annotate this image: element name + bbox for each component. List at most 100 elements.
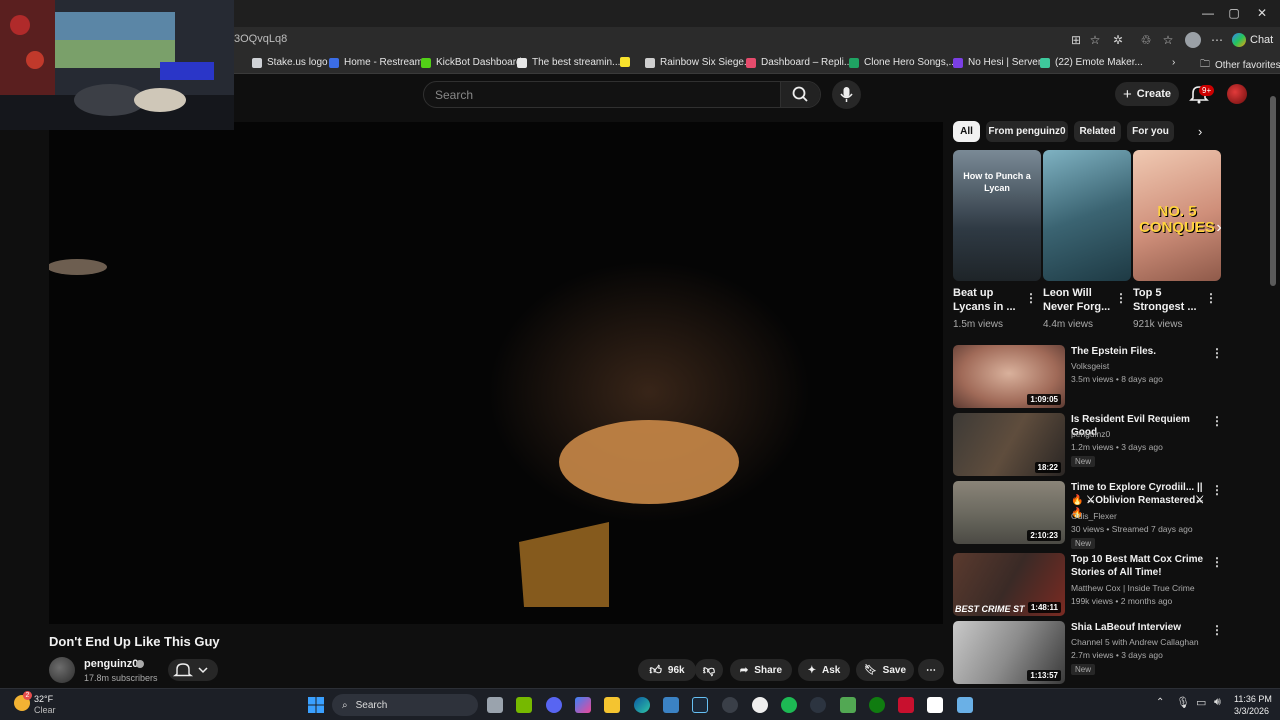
short-thumbnail[interactable] — [1043, 150, 1131, 281]
more-vert-icon[interactable]: ⋮ — [1211, 623, 1223, 637]
voice-search-button[interactable] — [832, 80, 861, 109]
favorite-link[interactable] — [620, 57, 635, 67]
minimize-icon[interactable]: — — [1198, 5, 1218, 21]
more-vert-icon[interactable]: ⋮ — [1205, 291, 1217, 305]
favorite-link[interactable]: Home - Restream — [329, 57, 423, 68]
favorite-link[interactable]: No Hesi | Servers — [953, 57, 1046, 68]
like-button[interactable]: 👍︎ 96k — [638, 659, 696, 681]
close-icon[interactable]: ✕ — [1252, 5, 1272, 21]
4k-app-icon[interactable] — [810, 697, 826, 713]
favorite-link[interactable]: The best streamin... — [517, 57, 620, 68]
shorts-next-icon[interactable]: › — [1210, 219, 1228, 239]
display-tray-icon[interactable]: ▭ — [1196, 696, 1206, 709]
rec-thumbnail[interactable]: 18:22 — [953, 413, 1065, 476]
short-thumbnail[interactable]: How to Punch a Lycan — [953, 150, 1041, 281]
short-title[interactable]: Beat up Lycans in ... — [953, 286, 1023, 314]
extensions-icon[interactable]: ✲ — [1110, 32, 1126, 48]
chip-all[interactable]: All — [953, 121, 980, 142]
video-player[interactable] — [49, 122, 943, 624]
rec-thumbnail[interactable]: 1:13:57 — [953, 621, 1065, 684]
favorite-link[interactable]: Stake.us logo — [252, 57, 328, 68]
copilot-app-icon[interactable] — [575, 697, 591, 713]
address-bar-url[interactable]: 3OQvqLq8 — [234, 33, 287, 45]
weather-temperature[interactable]: 32°F — [34, 694, 53, 704]
streaming-app-icon[interactable] — [898, 697, 914, 713]
more-actions-button[interactable]: ⋯ — [918, 659, 944, 681]
short-title[interactable]: Top 5 Strongest ... — [1133, 286, 1203, 314]
windows-start-icon[interactable] — [308, 697, 324, 713]
nvidia-icon[interactable] — [516, 697, 532, 713]
clock-date[interactable]: 3/3/2026 — [1234, 706, 1269, 716]
more-options-icon[interactable]: ⋯ — [1209, 32, 1225, 48]
edge-icon[interactable] — [634, 697, 650, 713]
taskbar-search[interactable]: ⌕ Search — [332, 694, 478, 716]
rec-channel[interactable]: Volksgeist — [1071, 361, 1109, 371]
clock-time[interactable]: 11:36 PM — [1234, 694, 1272, 704]
rec-channel[interactable]: penguinz0 — [1071, 429, 1110, 439]
subscription-bell-button[interactable] — [168, 659, 218, 681]
favorite-link[interactable]: (22) Emote Maker... — [1040, 57, 1143, 68]
dislike-button[interactable]: 👎︎ — [695, 659, 723, 681]
app-available-icon[interactable]: ⊞ — [1068, 32, 1084, 48]
scrollbar-thumb[interactable] — [1270, 96, 1276, 286]
account-avatar[interactable] — [1227, 84, 1247, 104]
more-vert-icon[interactable]: ⋮ — [1211, 346, 1223, 360]
settings-gear-icon[interactable] — [752, 697, 768, 713]
rec-channel[interactable]: Odis_Flexer — [1071, 511, 1117, 521]
rec-thumbnail[interactable]: BEST CRIME ST 1:48:11 — [953, 553, 1065, 616]
rec-title[interactable]: Shia LaBeouf Interview — [1071, 621, 1205, 634]
copilot-chat-button[interactable]: Chat — [1232, 32, 1273, 48]
more-vert-icon[interactable]: ⋮ — [1115, 291, 1127, 305]
steam-icon[interactable] — [692, 697, 708, 713]
p-app-icon[interactable] — [927, 697, 943, 713]
ask-button[interactable]: ✦ Ask — [798, 659, 850, 681]
spotify-icon[interactable] — [781, 697, 797, 713]
more-vert-icon[interactable]: ⋮ — [1211, 555, 1223, 569]
tray-overflow-icon[interactable]: ⌃ — [1156, 697, 1164, 708]
search-button[interactable] — [780, 82, 820, 107]
favorite-link[interactable]: Clone Hero Songs,... — [849, 57, 957, 68]
favorite-link[interactable]: Dashboard – Repli... — [746, 57, 852, 68]
create-button[interactable]: + Create — [1115, 82, 1179, 106]
app-icon[interactable] — [722, 697, 738, 713]
profile-avatar[interactable] — [1185, 32, 1201, 48]
favorite-link[interactable]: Rainbow Six Siege... — [645, 57, 752, 68]
chip-for-you[interactable]: For you — [1127, 121, 1174, 142]
other-favorites-folder[interactable]: 🗀 Other favorites — [1200, 57, 1280, 74]
rec-channel[interactable]: Matthew Cox | Inside True Crime — [1071, 583, 1195, 593]
rec-title[interactable]: The Epstein Files. — [1071, 345, 1205, 358]
rec-thumbnail[interactable]: 1:09:05 — [953, 345, 1065, 408]
chip-related[interactable]: Related — [1074, 121, 1121, 142]
chips-next-icon[interactable]: › — [1198, 124, 1202, 139]
search-box[interactable]: Search — [423, 81, 821, 108]
b-app-icon[interactable] — [840, 697, 856, 713]
rec-channel[interactable]: Channel 5 with Andrew Callaghan — [1071, 637, 1199, 647]
microphone-tray-icon[interactable]: 🎙︎ — [1176, 696, 1190, 709]
save-button[interactable]: 🔖︎ Save — [856, 659, 914, 681]
search-input[interactable]: Search — [435, 88, 473, 102]
volume-icon[interactable]: 🔊︎ — [1214, 696, 1221, 709]
favorites-overflow-icon[interactable]: › — [1172, 57, 1175, 68]
more-vert-icon[interactable]: ⋮ — [1211, 483, 1223, 497]
favorite-star-icon[interactable]: ☆ — [1087, 32, 1103, 48]
task-view-icon[interactable] — [487, 697, 503, 713]
maximize-icon[interactable]: ▢ — [1224, 5, 1244, 21]
short-title[interactable]: Leon Will Never Forg... — [1043, 286, 1113, 314]
browser-essentials-icon[interactable]: ♲ — [1138, 32, 1154, 48]
rec-title[interactable]: Top 10 Best Matt Cox Crime Stories of Al… — [1071, 553, 1205, 579]
rec-thumbnail[interactable]: 2:10:23 — [953, 481, 1065, 544]
share-button[interactable]: ➦ Share — [730, 659, 792, 681]
microsoft-store-icon[interactable] — [663, 697, 679, 713]
more-vert-icon[interactable]: ⋮ — [1025, 291, 1037, 305]
chip-from-channel[interactable]: From penguinz0 — [986, 121, 1068, 142]
favorite-link[interactable]: KickBot Dashboard — [421, 57, 522, 68]
favorites-icon[interactable]: ☆ — [1160, 32, 1176, 48]
file-explorer-icon[interactable] — [604, 697, 620, 713]
channel-name[interactable]: penguinz0 — [84, 658, 138, 670]
channel-avatar[interactable] — [49, 657, 75, 683]
xbox-icon[interactable] — [869, 697, 885, 713]
short-thumbnail[interactable]: NO. 5 CONQUES — [1133, 150, 1221, 281]
more-vert-icon[interactable]: ⋮ — [1211, 414, 1223, 428]
discord-icon[interactable] — [546, 697, 562, 713]
app-window-icon[interactable] — [957, 697, 973, 713]
